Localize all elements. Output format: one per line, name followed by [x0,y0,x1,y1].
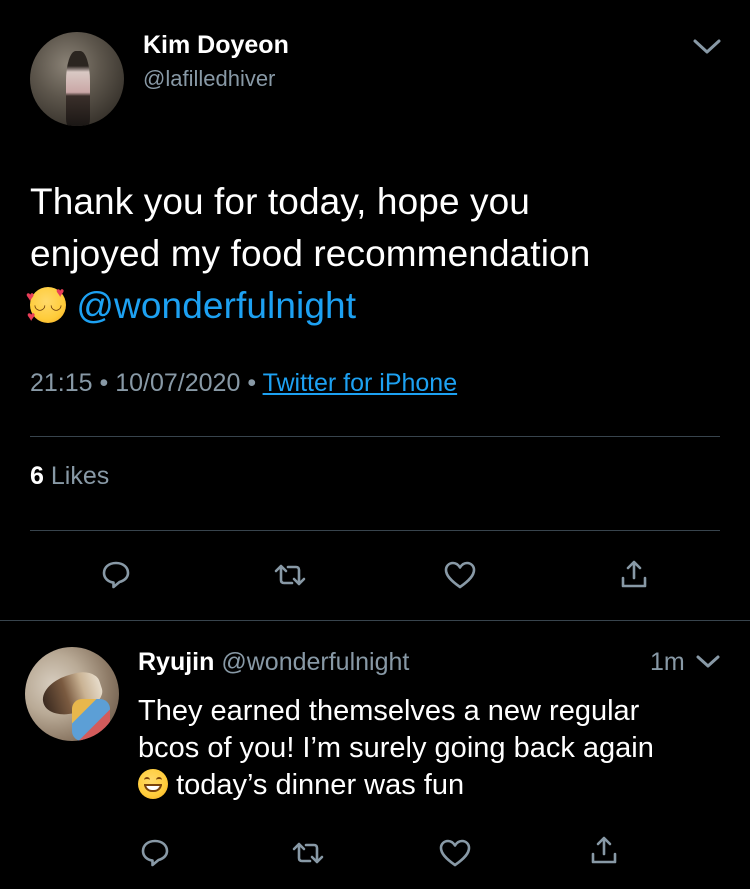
retweet-icon[interactable] [290,838,326,868]
tweet-text: Thank you for today, hope you enjoyed my… [26,176,730,332]
retweet-icon[interactable] [272,560,308,590]
reply-text-tail: today’s dinner was fun [176,769,465,801]
reply-time: 1m [650,648,685,676]
reply-header: Ryujin @wonderfulnight [138,648,409,677]
smiling-face-with-hearts-icon: ◡ ◡ ♥ ♥ ♥ [26,284,66,324]
separator: • [247,369,257,397]
tweet-meta: 21:15 • 10/07/2020 • Twitter for iPhone [30,369,457,398]
divider [0,620,750,621]
reply-icon[interactable] [100,558,132,590]
author-name[interactable]: Kim Doyeon [143,31,289,60]
share-icon[interactable] [588,834,620,866]
tweet-text-line: ◡ ◡ ♥ ♥ ♥ @wonderfulnight [26,280,730,332]
reply-text: They earned themselves a new regular bco… [138,693,738,804]
chevron-down-icon[interactable] [694,652,722,672]
chevron-down-icon[interactable] [690,34,724,58]
reply-text-line: bcos of you! I’m surely going back again [138,732,654,764]
likes-label: Likes [50,462,110,490]
divider [30,436,720,437]
reply-icon[interactable] [139,836,171,868]
author-handle[interactable]: @lafilledhiver [143,66,275,92]
separator: • [99,369,109,397]
share-icon[interactable] [618,558,650,590]
reply-text-line: They earned themselves a new regular [138,695,640,727]
heart-icon[interactable] [443,560,477,590]
tweet-time: 21:15 [30,369,93,397]
likes-count: 6 [30,462,44,490]
tweet-text-line: enjoyed my food recommendation [30,233,591,274]
tweet-source-link[interactable]: Twitter for iPhone [263,369,458,397]
grinning-face-icon [138,769,168,799]
reply-author-name[interactable]: Ryujin [138,648,214,676]
reply-author-handle[interactable]: @wonderfulnight [221,648,409,676]
tweet-text-line: Thank you for today, hope you [30,181,530,222]
divider [30,530,720,531]
tweet-date: 10/07/2020 [115,369,241,397]
avatar-figure [65,50,91,126]
mention-link[interactable]: @wonderfulnight [76,285,356,326]
heart-icon[interactable] [438,838,472,868]
likes-summary[interactable]: 6 Likes [30,462,109,491]
reply-avatar[interactable] [25,647,119,741]
author-avatar[interactable] [30,32,124,126]
reply-text-line: today’s dinner was fun [138,767,738,804]
avatar-stripe [72,698,110,741]
